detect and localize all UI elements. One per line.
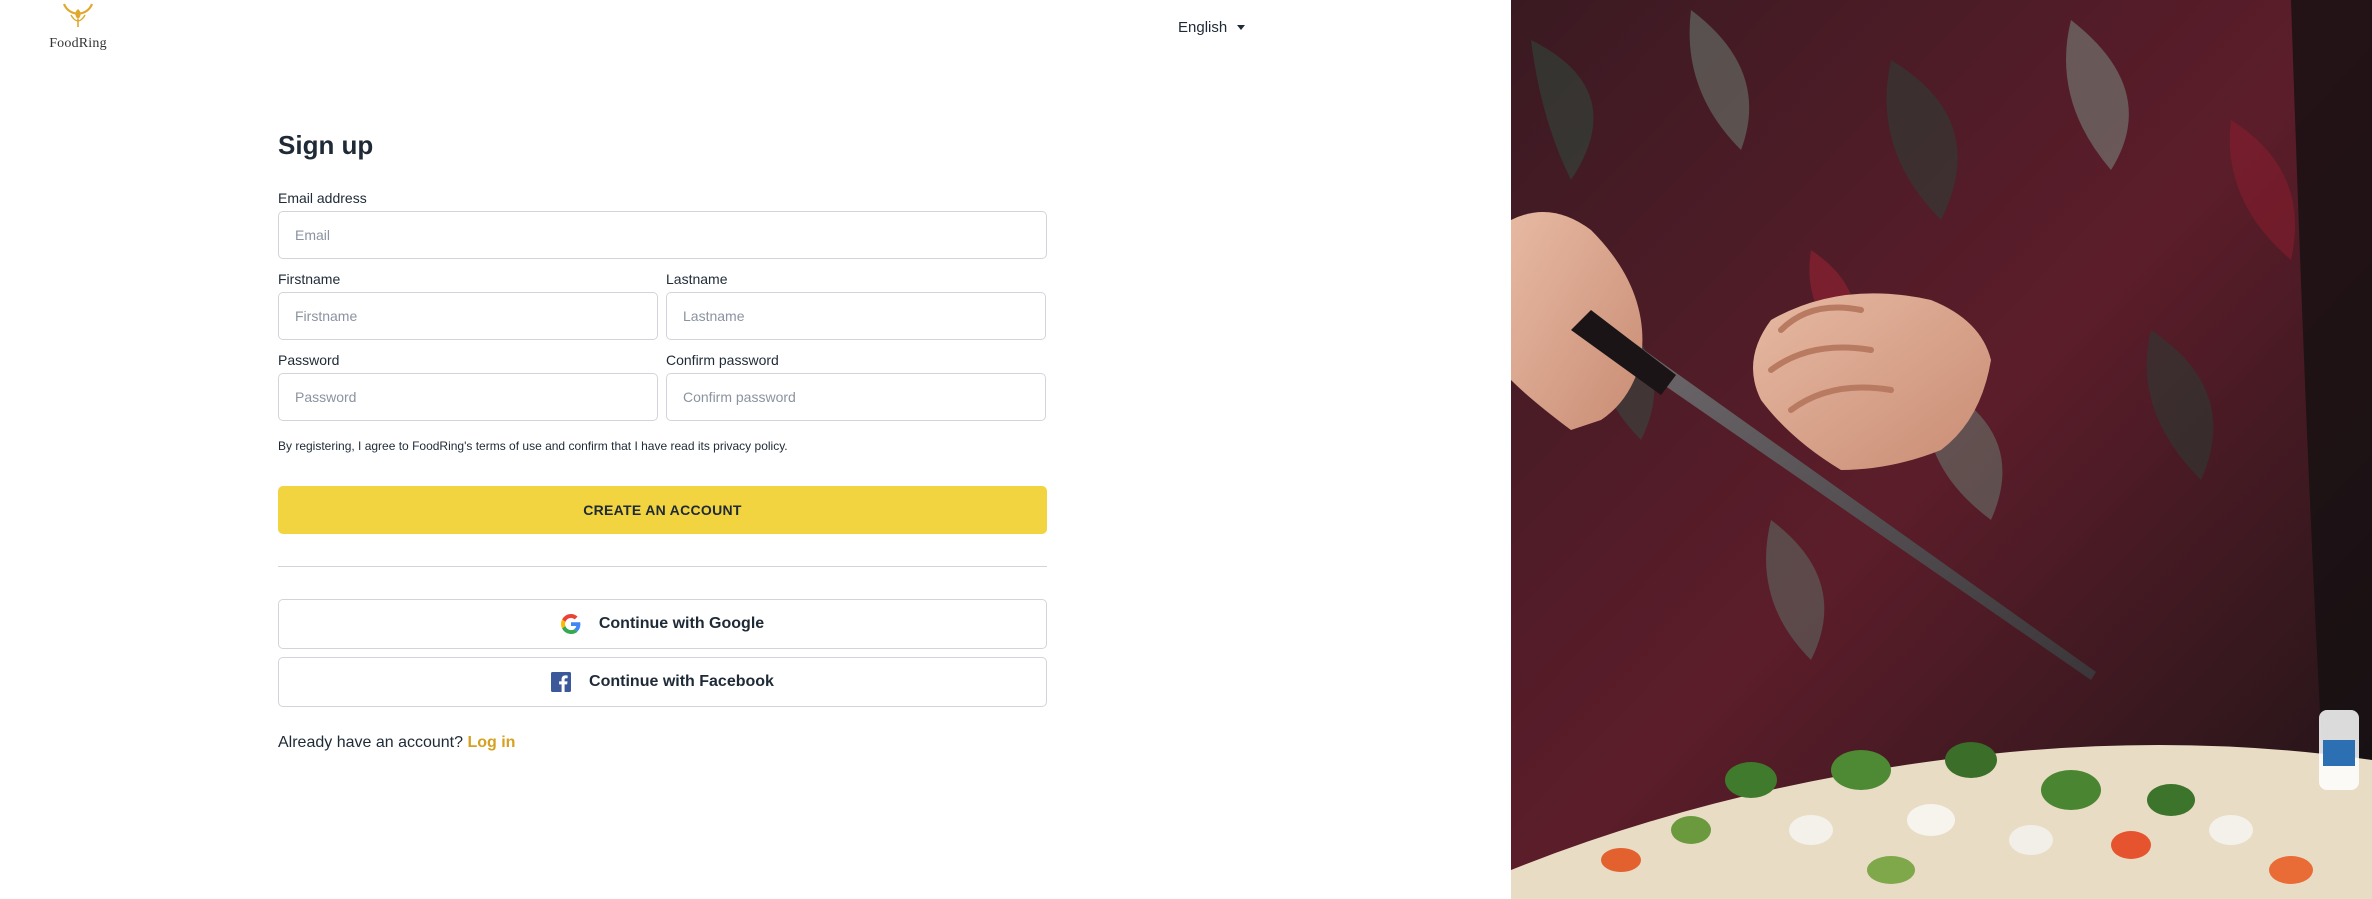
lastname-label: Lastname [666, 271, 728, 287]
login-prompt: Already have an account? Log in [278, 734, 1047, 752]
password-label: Password [278, 352, 340, 368]
divider [278, 566, 1047, 567]
signup-panel: FoodRing English Sign up Email address F… [0, 0, 1511, 899]
caret-down-icon [1237, 25, 1246, 30]
terms-text: By registering, I agree to FoodRing's te… [278, 439, 788, 453]
confirm-password-field[interactable] [666, 373, 1046, 421]
google-icon [560, 614, 581, 634]
lastname-field[interactable] [666, 292, 1046, 340]
chef-cutting-pizza-image [1511, 0, 2372, 899]
page-title: Sign up [278, 130, 374, 160]
google-signin-button[interactable]: Continue with Google [278, 599, 1047, 649]
hero-photo [1511, 0, 2372, 899]
facebook-button-label: Continue with Facebook [589, 673, 774, 690]
confirm-password-label: Confirm password [666, 352, 779, 368]
language-selector[interactable]: English [1178, 19, 1246, 36]
password-row: Password Confirm password [278, 352, 1047, 421]
password-group: Password [278, 352, 658, 421]
google-button-label: Continue with Google [598, 615, 765, 632]
create-account-button[interactable]: CREATE AN ACCOUNT [278, 486, 1047, 534]
firstname-field[interactable] [278, 292, 658, 340]
email-group: Email address [278, 190, 1047, 259]
foodring-logo-icon [62, 3, 94, 27]
signup-form: Sign up Email address Firstname Lastname… [278, 128, 1047, 752]
confirm-password-group: Confirm password [666, 352, 1046, 421]
brand-name: FoodRing [49, 36, 107, 51]
lastname-group: Lastname [666, 271, 1046, 340]
facebook-signin-button[interactable]: Continue with Facebook [278, 657, 1047, 707]
login-link[interactable]: Log in [467, 734, 515, 751]
login-prompt-text: Already have an account? [278, 734, 464, 751]
facebook-icon [551, 672, 572, 692]
language-label: English [1178, 19, 1228, 36]
password-field[interactable] [278, 373, 658, 421]
firstname-group: Firstname [278, 271, 658, 340]
brand-logo[interactable]: FoodRing [46, 0, 110, 56]
name-row: Firstname Lastname [278, 271, 1047, 340]
email-label: Email address [278, 190, 367, 206]
firstname-label: Firstname [278, 271, 341, 287]
email-field[interactable] [278, 211, 1047, 259]
